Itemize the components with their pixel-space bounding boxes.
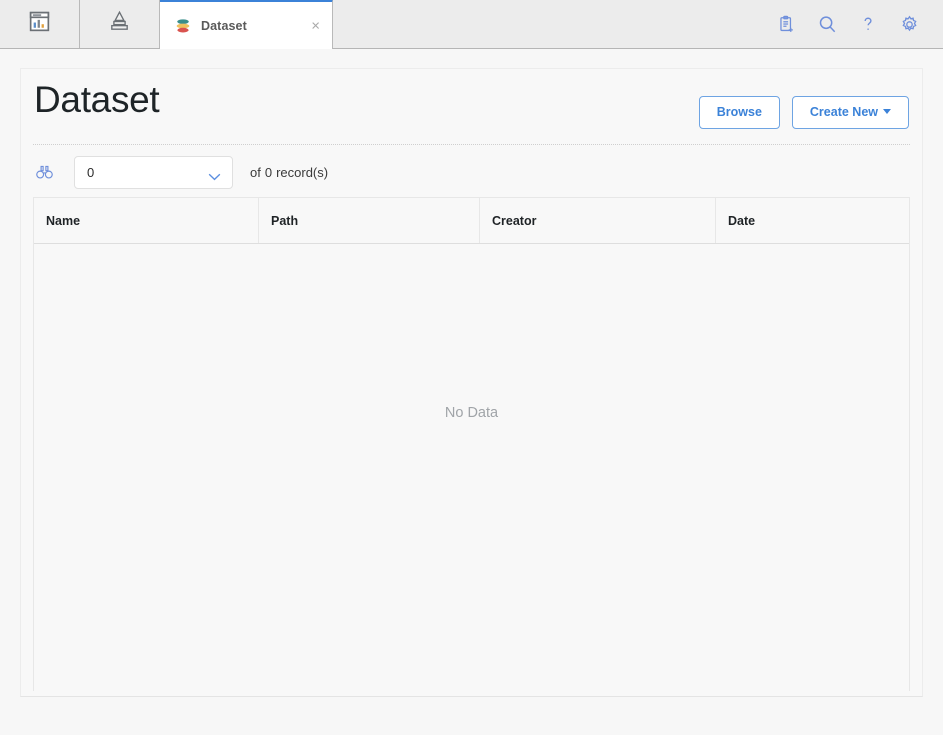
- top-tab-bar: Dataset ×: [0, 0, 943, 49]
- dataset-table: Name Path Creator Date No Data: [33, 197, 910, 691]
- record-select-value: 0: [87, 164, 95, 180]
- tab-dashboard[interactable]: [0, 0, 80, 48]
- page-header: Dataset Browse Create New: [33, 69, 910, 145]
- tab-dataset[interactable]: Dataset ×: [160, 0, 333, 49]
- settings-gear-icon[interactable]: [898, 13, 920, 35]
- page-header-actions: Browse Create New: [698, 96, 909, 129]
- filter-row: 0 of 0 record(s): [21, 147, 922, 197]
- tab-dataset-label: Dataset: [201, 18, 247, 33]
- browse-button-label: Browse: [716, 105, 762, 119]
- binoculars-icon[interactable]: [33, 161, 55, 183]
- record-count-text: of 0 record(s): [250, 165, 328, 180]
- column-header-path[interactable]: Path: [259, 198, 480, 243]
- chevron-down-icon: [883, 109, 891, 114]
- record-count: 0: [264, 164, 273, 180]
- header-toolbar: [775, 0, 943, 48]
- browse-button[interactable]: Browse: [698, 96, 780, 129]
- record-suffix: record(s): [276, 164, 329, 180]
- table-header-row: Name Path Creator Date: [34, 198, 909, 244]
- help-icon[interactable]: [857, 13, 879, 35]
- empty-state-message: No Data: [444, 405, 499, 421]
- tab-pyramid[interactable]: [80, 0, 160, 48]
- content-panel: Dataset Browse Create New 0 of 0 record(…: [20, 68, 923, 697]
- column-header-name[interactable]: Name: [34, 198, 259, 243]
- record-prefix: of: [250, 164, 261, 180]
- column-header-creator[interactable]: Creator: [480, 198, 716, 243]
- close-icon[interactable]: ×: [311, 18, 320, 33]
- dashboard-chart-icon: [27, 9, 52, 39]
- tabbar-spacer: [333, 0, 775, 48]
- new-note-icon[interactable]: [775, 13, 797, 35]
- column-header-date[interactable]: Date: [716, 198, 909, 243]
- record-select[interactable]: 0: [74, 155, 233, 189]
- page-title: Dataset: [34, 79, 160, 120]
- pyramid-chart-icon: [106, 9, 133, 39]
- dataset-discs-icon: [174, 17, 192, 35]
- create-new-button-label: Create New: [809, 105, 878, 119]
- create-new-button[interactable]: Create New: [791, 96, 909, 129]
- search-icon[interactable]: [816, 13, 838, 35]
- chevron-down-icon: [208, 168, 221, 181]
